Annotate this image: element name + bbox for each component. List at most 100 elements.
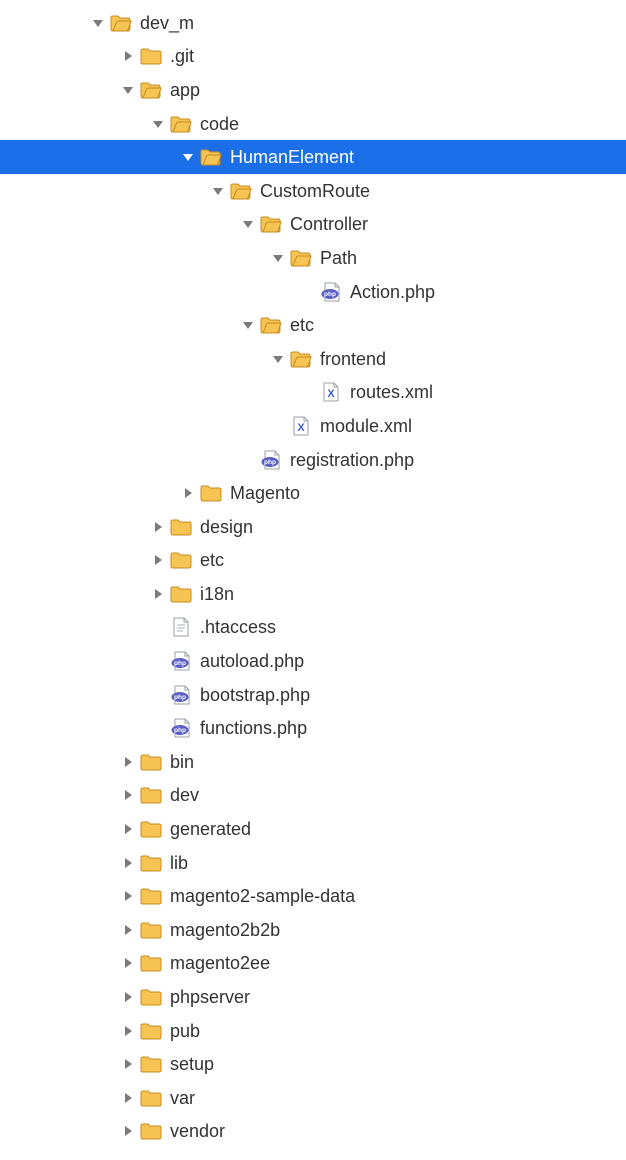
disclosure-down-icon[interactable] — [272, 353, 284, 365]
tree-row[interactable]: dev_m — [0, 6, 626, 40]
disclosure-right-icon[interactable] — [152, 554, 164, 566]
tree-row[interactable]: magento2-sample-data — [0, 879, 626, 913]
tree-item-label: CustomRoute — [260, 180, 370, 202]
tree-item-label: functions.php — [200, 717, 307, 739]
disclosure-right-icon[interactable] — [122, 1125, 134, 1137]
tree-row[interactable]: vendor — [0, 1115, 626, 1149]
tree-row[interactable]: app — [0, 73, 626, 107]
disclosure-right-icon[interactable] — [122, 823, 134, 835]
disclosure-right-icon[interactable] — [122, 789, 134, 801]
svg-text:php: php — [324, 291, 336, 298]
tree-row[interactable]: Controller — [0, 208, 626, 242]
disclosure-down-icon[interactable] — [122, 84, 134, 96]
tree-row[interactable]: php bootstrap.php — [0, 678, 626, 712]
text-file-icon — [170, 617, 192, 637]
disclosure-right-icon[interactable] — [152, 521, 164, 533]
tree-row[interactable]: HumanElement — [0, 140, 626, 174]
tree-row[interactable]: phpserver — [0, 980, 626, 1014]
disclosure-down-icon[interactable] — [92, 17, 104, 29]
tree-row[interactable]: .htaccess — [0, 611, 626, 645]
disclosure-right-icon[interactable] — [122, 1092, 134, 1104]
tree-row[interactable]: etc — [0, 308, 626, 342]
disclosure-right-icon[interactable] — [122, 1058, 134, 1070]
tree-item-label: bin — [170, 751, 194, 773]
tree-row[interactable]: magento2ee — [0, 947, 626, 981]
disclosure-down-icon[interactable] — [182, 151, 194, 163]
php-file-icon: php — [320, 282, 342, 302]
disclosure-right-icon[interactable] — [122, 957, 134, 969]
tree-row[interactable]: CustomRoute — [0, 174, 626, 208]
folder-open-icon — [230, 181, 252, 201]
disclosure-down-icon[interactable] — [272, 252, 284, 264]
disclosure-right-icon[interactable] — [182, 487, 194, 499]
tree-row[interactable]: setup — [0, 1047, 626, 1081]
folder-open-icon — [260, 315, 282, 335]
tree-row[interactable]: php Action.php — [0, 275, 626, 309]
tree-item-label: dev_m — [140, 12, 194, 34]
folder-icon — [140, 46, 162, 66]
tree-row[interactable]: frontend — [0, 342, 626, 376]
tree-item-label: phpserver — [170, 986, 250, 1008]
tree-item-label: magento2-sample-data — [170, 885, 355, 907]
tree-row[interactable]: dev — [0, 779, 626, 813]
xml-file-icon: X — [320, 382, 342, 402]
tree-row[interactable]: design — [0, 510, 626, 544]
xml-file-icon: X — [290, 416, 312, 436]
tree-row[interactable]: Path — [0, 241, 626, 275]
tree-item-label: vendor — [170, 1120, 225, 1142]
folder-icon — [140, 853, 162, 873]
disclosure-right-icon[interactable] — [122, 890, 134, 902]
tree-row[interactable]: generated — [0, 812, 626, 846]
tree-item-label: code — [200, 113, 239, 135]
disclosure-right-icon[interactable] — [122, 924, 134, 936]
tree-item-label: pub — [170, 1020, 200, 1042]
tree-row[interactable]: X routes.xml — [0, 376, 626, 410]
tree-row[interactable]: bin — [0, 745, 626, 779]
tree-item-label: lib — [170, 852, 188, 874]
folder-open-icon — [290, 248, 312, 268]
disclosure-right-icon[interactable] — [122, 756, 134, 768]
disclosure-down-icon[interactable] — [242, 319, 254, 331]
tree-item-label: design — [200, 516, 253, 538]
tree-item-label: autoload.php — [200, 650, 304, 672]
disclosure-down-icon[interactable] — [212, 185, 224, 197]
svg-text:X: X — [327, 388, 335, 400]
tree-item-label: Magento — [230, 482, 300, 504]
folder-icon — [170, 584, 192, 604]
disclosure-right-icon[interactable] — [122, 50, 134, 62]
tree-item-label: dev — [170, 784, 199, 806]
tree-row[interactable]: code — [0, 107, 626, 141]
tree-item-label: etc — [200, 549, 224, 571]
tree-row[interactable]: magento2b2b — [0, 913, 626, 947]
folder-open-icon — [170, 114, 192, 134]
tree-row[interactable]: php registration.php — [0, 443, 626, 477]
disclosure-right-icon[interactable] — [152, 588, 164, 600]
folder-open-icon — [290, 349, 312, 369]
tree-row[interactable]: X module.xml — [0, 409, 626, 443]
tree-item-label: magento2ee — [170, 952, 270, 974]
tree-row[interactable]: lib — [0, 846, 626, 880]
tree-item-label: .htaccess — [200, 616, 276, 638]
folder-icon — [140, 1054, 162, 1074]
disclosure-down-icon[interactable] — [152, 118, 164, 130]
disclosure-down-icon[interactable] — [242, 218, 254, 230]
tree-item-label: Path — [320, 247, 357, 269]
folder-icon — [140, 1121, 162, 1141]
tree-row[interactable]: i18n — [0, 577, 626, 611]
tree-row[interactable]: .git — [0, 40, 626, 74]
svg-text:php: php — [264, 459, 276, 466]
disclosure-right-icon[interactable] — [122, 857, 134, 869]
disclosure-right-icon[interactable] — [122, 991, 134, 1003]
folder-icon — [170, 517, 192, 537]
tree-row[interactable]: Magento — [0, 476, 626, 510]
tree-item-label: magento2b2b — [170, 919, 280, 941]
tree-row[interactable]: pub — [0, 1014, 626, 1048]
disclosure-right-icon[interactable] — [122, 1025, 134, 1037]
tree-row[interactable]: php functions.php — [0, 711, 626, 745]
svg-text:X: X — [297, 422, 305, 434]
folder-icon — [140, 819, 162, 839]
tree-row[interactable]: var — [0, 1081, 626, 1115]
tree-row[interactable]: php autoload.php — [0, 644, 626, 678]
folder-icon — [140, 920, 162, 940]
tree-row[interactable]: etc — [0, 544, 626, 578]
